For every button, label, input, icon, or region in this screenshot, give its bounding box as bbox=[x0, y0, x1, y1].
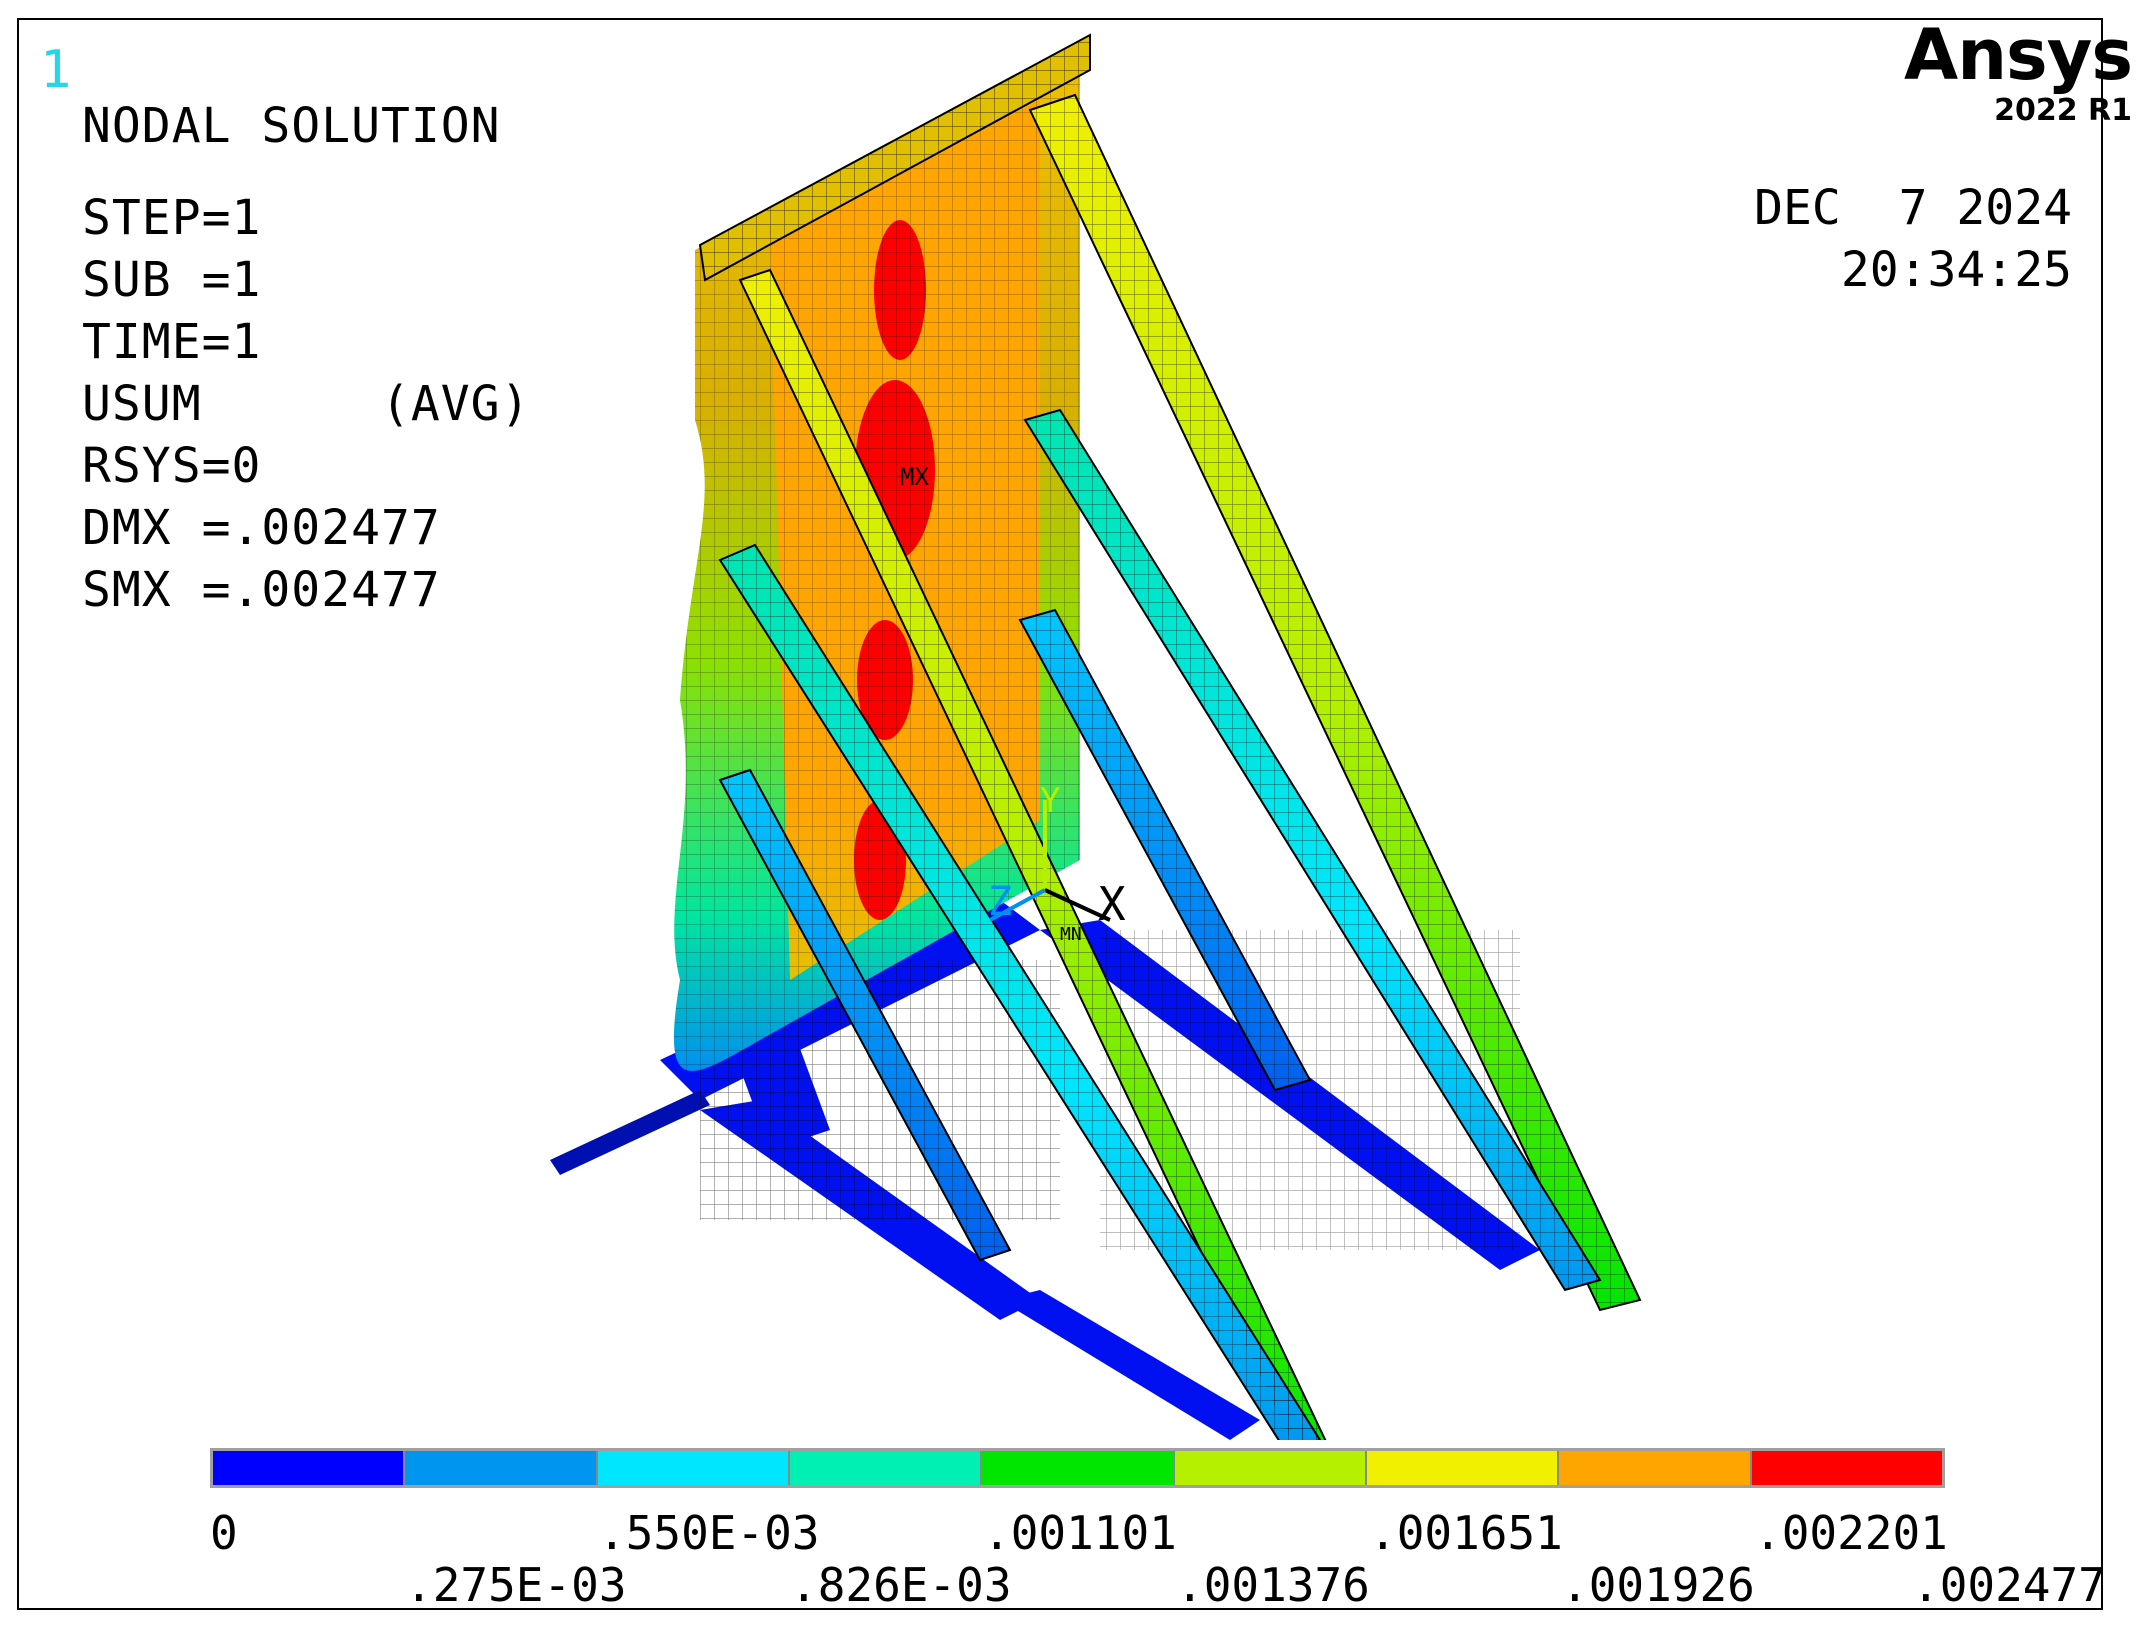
legend-band-5 bbox=[982, 1451, 1175, 1485]
legend-band-4 bbox=[789, 1451, 983, 1485]
axis-x-label: X bbox=[1098, 877, 1126, 931]
legend-tick-upper-5: .002201 bbox=[1754, 1506, 1948, 1560]
legend-tick-lower-1: .275E-03 bbox=[405, 1558, 627, 1612]
legend-tick-upper-2: .550E-03 bbox=[598, 1506, 820, 1560]
axis-z-label: Z bbox=[988, 879, 1012, 925]
legend-tick-lower-5: .002477 bbox=[1912, 1558, 2106, 1612]
legend-band-2 bbox=[405, 1451, 598, 1485]
legend-tick-lower-2: .826E-03 bbox=[790, 1558, 1012, 1612]
legend-band-6 bbox=[1174, 1451, 1367, 1485]
fe-model-view[interactable]: Y X Z MX MN bbox=[0, 0, 2152, 1440]
legend-band-1 bbox=[213, 1451, 406, 1485]
contour-legend-bar bbox=[210, 1448, 1945, 1488]
min-marker: MN bbox=[1060, 924, 1082, 945]
legend-tick-upper-3: .001101 bbox=[983, 1506, 1177, 1560]
legend-tick-upper-1: 0 bbox=[210, 1506, 238, 1560]
legend-tick-lower-4: .001926 bbox=[1561, 1558, 1755, 1612]
legend-tick-upper-4: .001651 bbox=[1369, 1506, 1563, 1560]
max-marker: MX bbox=[900, 463, 929, 491]
legend-band-8 bbox=[1559, 1451, 1752, 1485]
axis-y-label: Y bbox=[1040, 781, 1060, 821]
legend-tick-lower-3: .001376 bbox=[1176, 1558, 1370, 1612]
legend-band-3 bbox=[597, 1451, 790, 1485]
legend-band-9 bbox=[1751, 1451, 1942, 1485]
legend-band-7 bbox=[1366, 1451, 1560, 1485]
